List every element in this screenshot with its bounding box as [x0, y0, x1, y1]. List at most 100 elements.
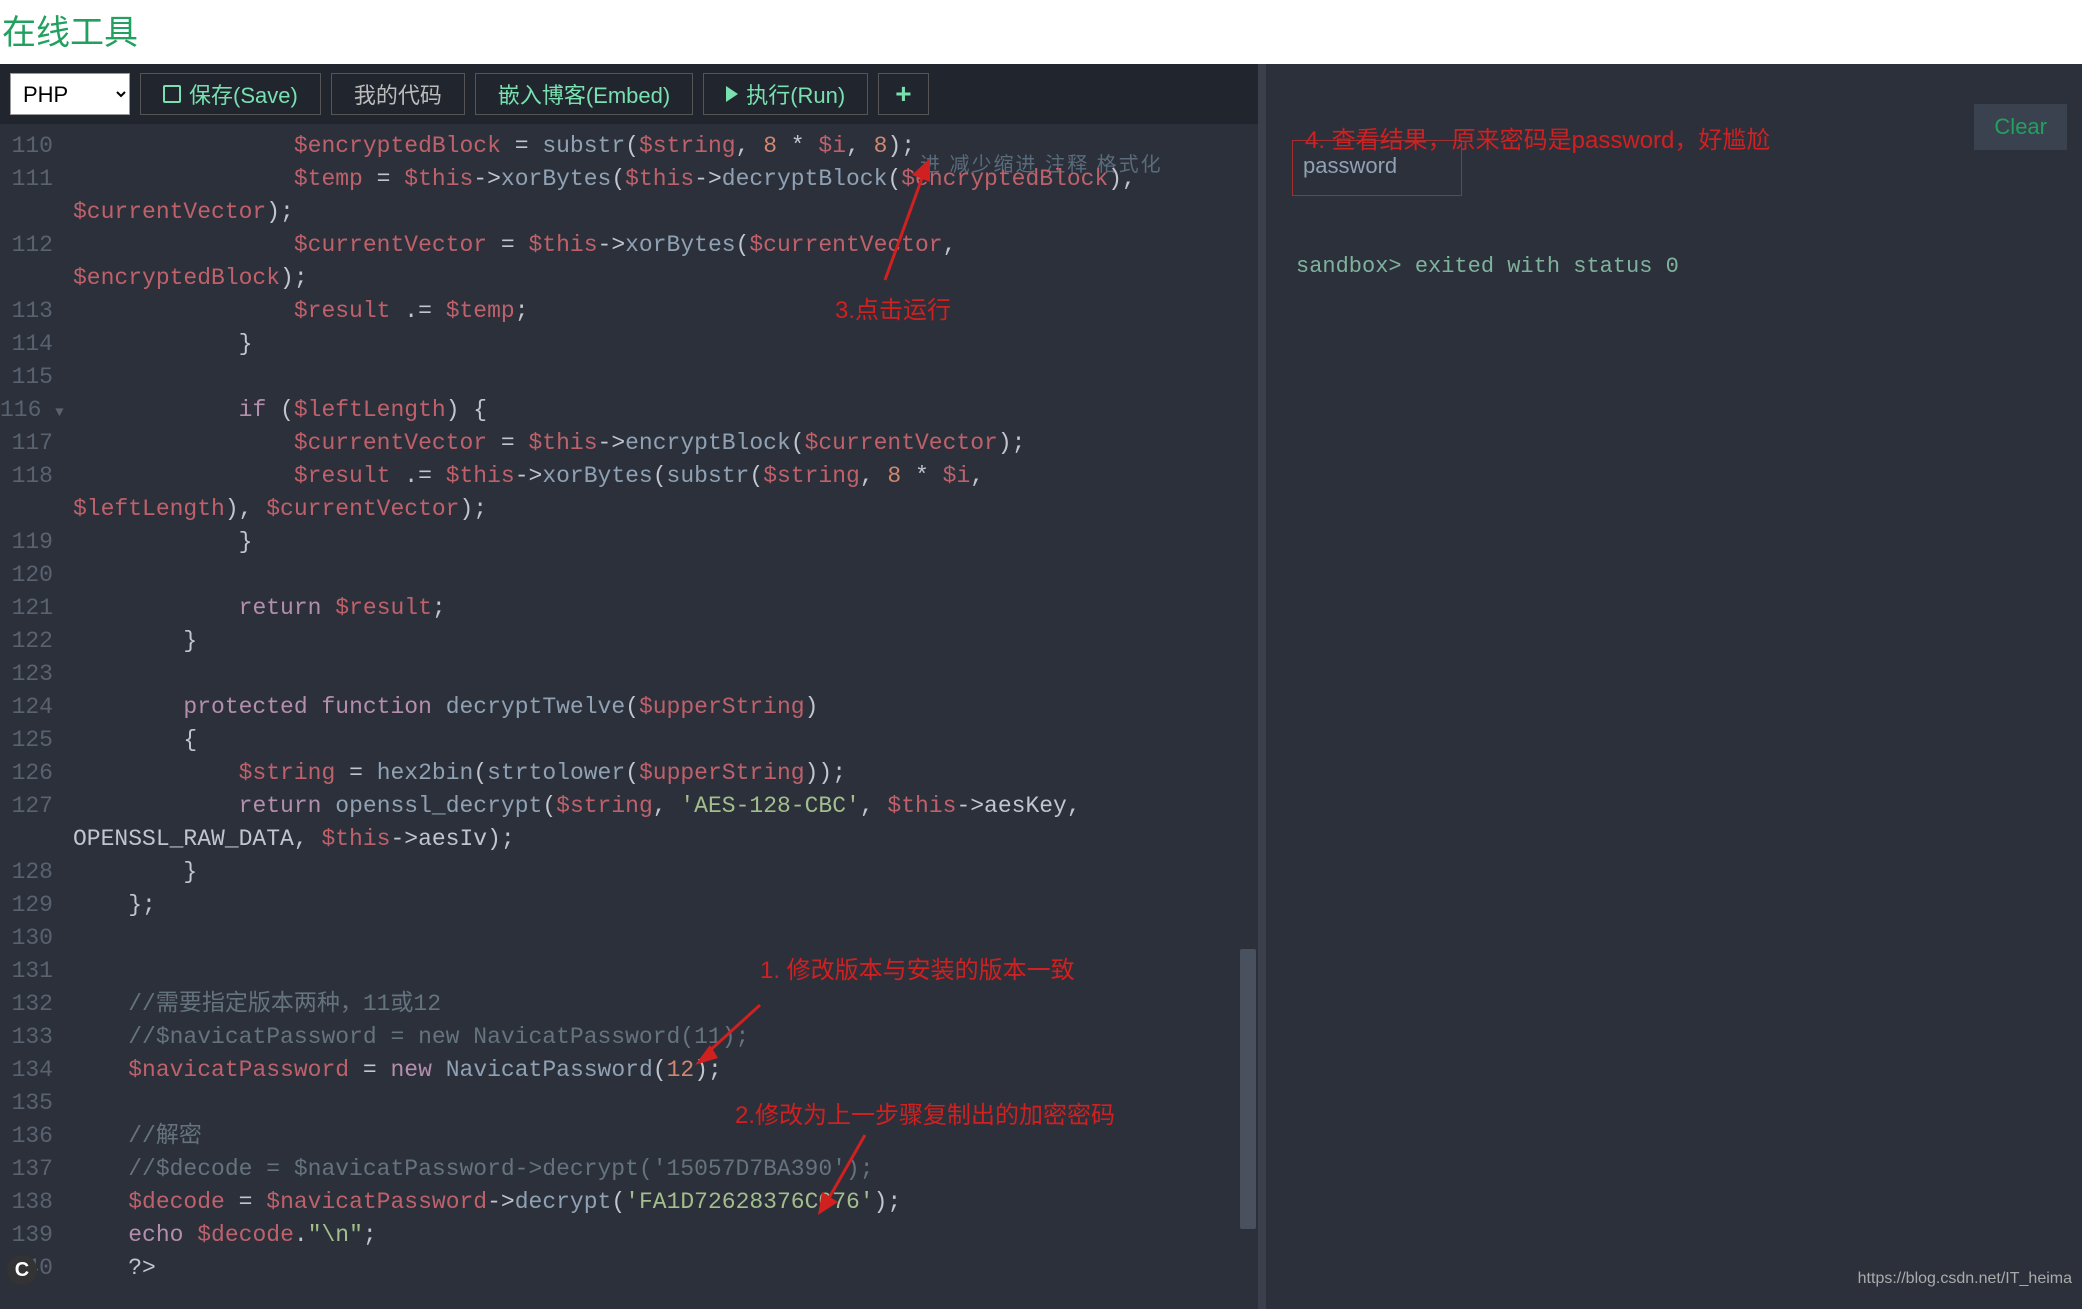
- run-label: 执行(Run): [746, 78, 845, 110]
- page-header: 在线工具: [0, 0, 2082, 64]
- code-line[interactable]: $result .= $temp;: [73, 295, 1258, 328]
- mycode-label: 我的代码: [354, 78, 442, 110]
- line-number: 118: [0, 460, 53, 493]
- code-line[interactable]: return $result;: [73, 592, 1258, 625]
- code-line[interactable]: //$decode = $navicatPassword->decrypt('1…: [73, 1153, 1258, 1186]
- code-line[interactable]: $string = hex2bin(strtolower($upperStrin…: [73, 757, 1258, 790]
- line-number: 134: [0, 1054, 53, 1087]
- line-number: 117: [0, 427, 53, 460]
- line-number: 133: [0, 1021, 53, 1054]
- code-area[interactable]: $encryptedBlock = substr($string, 8 * $i…: [63, 124, 1258, 1309]
- output-panel: Clear password sandbox> exited with stat…: [1266, 64, 2082, 1309]
- code-line[interactable]: protected function decryptTwelve($upperS…: [73, 691, 1258, 724]
- scrollbar-thumb[interactable]: [1240, 949, 1256, 1229]
- line-number-wrap: [0, 493, 53, 526]
- code-line[interactable]: }: [73, 328, 1258, 361]
- line-number: 115: [0, 361, 53, 394]
- split-divider[interactable]: [1258, 64, 1266, 1309]
- code-line[interactable]: $result .= $this->xorBytes(substr($strin…: [73, 460, 1258, 493]
- line-number: 112: [0, 229, 53, 262]
- code-line[interactable]: };: [73, 889, 1258, 922]
- code-line-wrap[interactable]: $leftLength), $currentVector);: [73, 493, 1258, 526]
- line-number-wrap: [0, 196, 53, 229]
- code-line[interactable]: $temp = $this->xorBytes($this->decryptBl…: [73, 163, 1258, 196]
- code-line[interactable]: $currentVector = $this->encryptBlock($cu…: [73, 427, 1258, 460]
- code-line[interactable]: //解密: [73, 1120, 1258, 1153]
- code-line[interactable]: [73, 658, 1258, 691]
- line-number: 136: [0, 1120, 53, 1153]
- line-number: 127: [0, 790, 53, 823]
- line-number: 137: [0, 1153, 53, 1186]
- code-line[interactable]: [73, 1087, 1258, 1120]
- line-number: 124: [0, 691, 53, 724]
- line-number: 131: [0, 955, 53, 988]
- line-gutter: 110111 112 113114115116 ▼117118 119120121 12…: [0, 124, 63, 1309]
- line-number: 114: [0, 328, 53, 361]
- page-title: 在线工具: [0, 14, 138, 52]
- code-line[interactable]: ?>: [73, 1252, 1258, 1285]
- line-number-wrap: [0, 262, 53, 295]
- line-number: 132: [0, 988, 53, 1021]
- line-number: 120: [0, 559, 53, 592]
- watermark: https://blog.csdn.net/IT_heima: [1858, 1270, 2072, 1288]
- line-number: 129: [0, 889, 53, 922]
- code-line[interactable]: [73, 955, 1258, 988]
- code-line[interactable]: //需要指定版本两种，11或12: [73, 988, 1258, 1021]
- code-line[interactable]: echo $decode."\n";: [73, 1219, 1258, 1252]
- editor-panel: PHP 保存(Save) 我的代码 嵌入博客(Embed) 执行(Run) + …: [0, 64, 1258, 1309]
- play-icon: [726, 86, 738, 102]
- code-line[interactable]: $currentVector = $this->xorBytes($curren…: [73, 229, 1258, 262]
- code-editor[interactable]: 110111 112 113114115116 ▼117118 119120121 12…: [0, 124, 1258, 1309]
- code-line[interactable]: //$navicatPassword = new NavicatPassword…: [73, 1021, 1258, 1054]
- line-number: 128: [0, 856, 53, 889]
- plus-icon: +: [895, 78, 911, 110]
- language-select[interactable]: PHP: [10, 73, 130, 115]
- code-line[interactable]: }: [73, 856, 1258, 889]
- output-result: password: [1303, 153, 1397, 178]
- save-icon: [163, 85, 181, 103]
- line-number: 139: [0, 1219, 53, 1252]
- line-number: 125: [0, 724, 53, 757]
- code-line[interactable]: }: [73, 625, 1258, 658]
- line-number-wrap: [0, 823, 53, 856]
- save-label: 保存(Save): [189, 78, 298, 110]
- code-line[interactable]: if ($leftLength) {: [73, 394, 1258, 427]
- line-number: 126: [0, 757, 53, 790]
- code-line[interactable]: $decode = $navicatPassword->decrypt('FA1…: [73, 1186, 1258, 1219]
- embed-label: 嵌入博客(Embed): [498, 78, 670, 110]
- main-area: PHP 保存(Save) 我的代码 嵌入博客(Embed) 执行(Run) + …: [0, 64, 2082, 1309]
- line-number: 110: [0, 130, 53, 163]
- clear-button[interactable]: Clear: [1974, 104, 2067, 150]
- code-line-wrap[interactable]: $encryptedBlock);: [73, 262, 1258, 295]
- line-number: 138: [0, 1186, 53, 1219]
- toolbar: PHP 保存(Save) 我的代码 嵌入博客(Embed) 执行(Run) +: [0, 64, 1258, 124]
- line-number: 130: [0, 922, 53, 955]
- code-line[interactable]: [73, 361, 1258, 394]
- output-result-box: password: [1292, 140, 1462, 196]
- line-number: 135: [0, 1087, 53, 1120]
- code-line[interactable]: return openssl_decrypt($string, 'AES-128…: [73, 790, 1258, 823]
- code-line[interactable]: }: [73, 526, 1258, 559]
- code-line[interactable]: [73, 922, 1258, 955]
- code-line[interactable]: {: [73, 724, 1258, 757]
- line-number: 119: [0, 526, 53, 559]
- line-number: 116 ▼: [0, 394, 53, 427]
- code-line[interactable]: [73, 559, 1258, 592]
- code-line[interactable]: $navicatPassword = new NavicatPassword(1…: [73, 1054, 1258, 1087]
- run-button[interactable]: 执行(Run): [703, 73, 868, 115]
- embed-button[interactable]: 嵌入博客(Embed): [475, 73, 693, 115]
- clear-label: Clear: [1994, 114, 2047, 139]
- line-number: 123: [0, 658, 53, 691]
- scrollbar-vertical[interactable]: [1238, 124, 1258, 1309]
- line-number: 113: [0, 295, 53, 328]
- line-number: 111: [0, 163, 53, 196]
- code-line[interactable]: $encryptedBlock = substr($string, 8 * $i…: [73, 130, 1258, 163]
- add-button[interactable]: +: [878, 73, 928, 115]
- code-line-wrap[interactable]: OPENSSL_RAW_DATA, $this->aesIv);: [73, 823, 1258, 856]
- mycode-button[interactable]: 我的代码: [331, 73, 465, 115]
- save-button[interactable]: 保存(Save): [140, 73, 321, 115]
- line-number: 121: [0, 592, 53, 625]
- cursor-badge: C: [7, 1255, 37, 1285]
- code-line-wrap[interactable]: $currentVector);: [73, 196, 1258, 229]
- output-status: sandbox> exited with status 0: [1296, 254, 1679, 279]
